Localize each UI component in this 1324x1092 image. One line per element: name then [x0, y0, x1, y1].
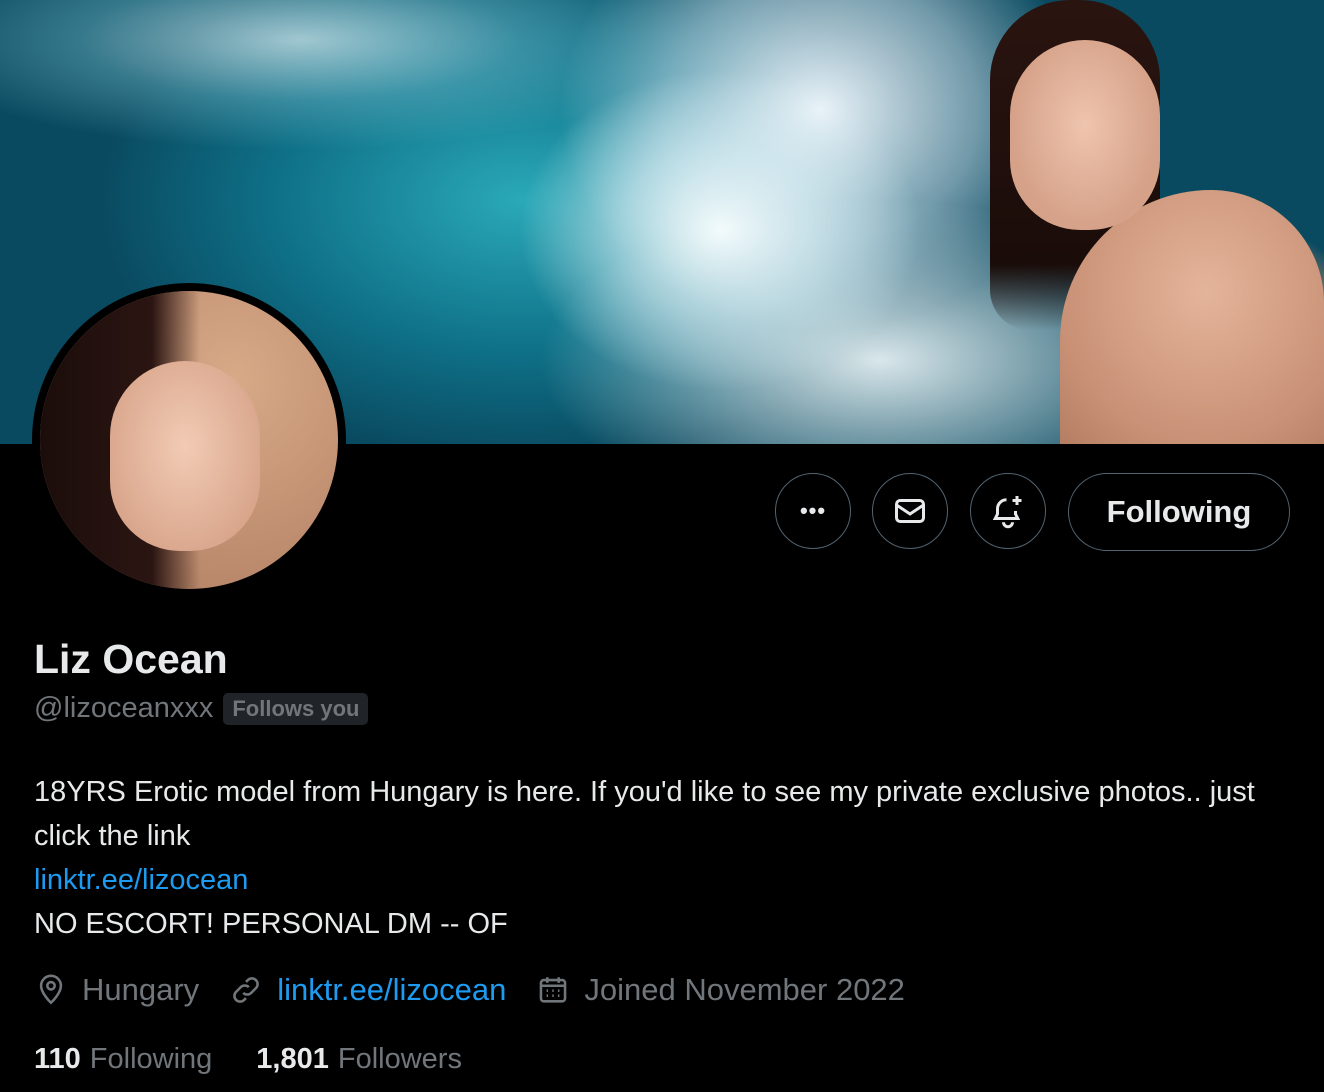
- notify-button[interactable]: [970, 473, 1046, 549]
- banner-face: [1010, 40, 1160, 230]
- follow-stats: 110 Following 1,801 Followers: [34, 1043, 506, 1076]
- website-item[interactable]: linktr.ee/lizocean: [229, 972, 506, 1008]
- followers-stat[interactable]: 1,801 Followers: [256, 1043, 462, 1076]
- message-button[interactable]: [872, 473, 948, 549]
- joined-item: Joined November 2022: [536, 972, 905, 1008]
- location-item: Hungary: [34, 972, 199, 1008]
- bio: 18YRS Erotic model from Hungary is here.…: [34, 770, 1294, 946]
- avatar[interactable]: [32, 283, 346, 597]
- bio-text-secondary: NO ESCORT! PERSONAL DM -- OF: [34, 908, 508, 940]
- following-button[interactable]: Following: [1068, 473, 1290, 551]
- following-stat[interactable]: 110 Following: [34, 1043, 212, 1076]
- envelope-icon: [895, 499, 925, 523]
- followers-label: Followers: [337, 1043, 462, 1075]
- banner-wave-crest: [0, 0, 700, 260]
- profile-meta: Hungary linktr.ee/lizocean Joined Novemb…: [34, 972, 935, 1008]
- link-icon: [233, 977, 259, 1003]
- location-pin-icon: [39, 974, 63, 1005]
- handle: @lizoceanxxx: [34, 692, 214, 724]
- bell-plus-icon: [992, 496, 1022, 529]
- followers-count: 1,801: [256, 1043, 329, 1075]
- handle-row: @lizoceanxxx Follows you: [34, 692, 369, 725]
- more-icon: •••: [799, 498, 827, 523]
- website-link[interactable]: linktr.ee/lizocean: [277, 972, 506, 1008]
- following-label: Following: [89, 1043, 213, 1075]
- following-count: 110: [34, 1043, 81, 1075]
- calendar-icon: [540, 977, 567, 1003]
- avatar-face: [110, 361, 260, 551]
- joined-text: Joined November 2022: [584, 972, 905, 1007]
- location-text: Hungary: [82, 972, 200, 1007]
- avatar-photo: [40, 291, 338, 589]
- bio-text: 18YRS Erotic model from Hungary is here.…: [34, 776, 1255, 852]
- bio-link[interactable]: linktr.ee/lizocean: [34, 858, 1294, 902]
- more-button[interactable]: •••: [775, 473, 851, 549]
- display-name: Liz Ocean: [34, 636, 228, 682]
- follows-you-badge: Follows you: [223, 692, 369, 725]
